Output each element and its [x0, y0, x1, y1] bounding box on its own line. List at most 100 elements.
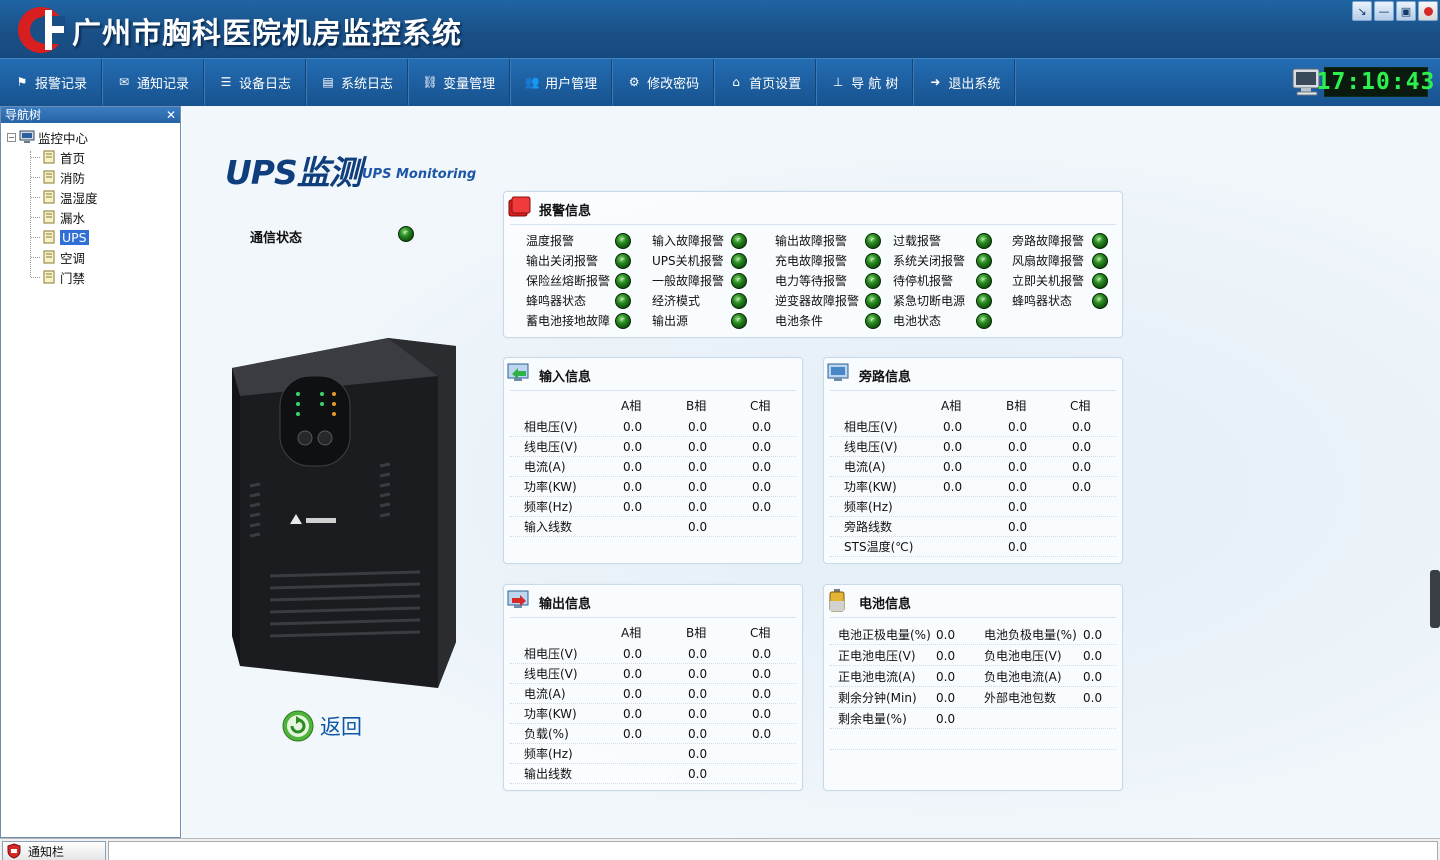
alarm-label: 系统关闭报警 — [893, 254, 966, 268]
row-value-b: 0.0 — [1008, 460, 1028, 474]
tree-item-aircon[interactable]: 空调 — [31, 247, 85, 267]
column-header: C相 — [1070, 399, 1091, 413]
minimize-icon[interactable]: — — [1374, 1, 1394, 21]
close-icon[interactable] — [1418, 1, 1438, 21]
column-header: B相 — [1006, 399, 1027, 413]
row-label: 功率(KW) — [524, 480, 577, 494]
row-value-b: 0.0 — [1008, 440, 1028, 454]
menu-notice-records[interactable]: ✉ 通知记录 — [102, 59, 205, 105]
tree-root[interactable]: − 监控中心 — [7, 127, 88, 147]
row-value-a: 0.0 — [623, 420, 643, 434]
tree-item-fire[interactable]: 消防 — [31, 167, 85, 187]
alarm-label: 蓄电池接地故障 — [526, 314, 611, 328]
alarm-status-led-icon — [976, 273, 992, 289]
row-label: 功率(KW) — [524, 707, 577, 721]
alarm-status-led-icon — [976, 233, 992, 249]
tree-item-ups[interactable]: UPS — [31, 227, 89, 247]
row-value-b: 0.0 — [688, 727, 708, 741]
exit-arrow-icon: ➜ — [930, 75, 941, 89]
menu-home-settings[interactable]: ⌂ 首页设置 — [714, 59, 817, 105]
menu-user-management[interactable]: 👥 用户管理 — [510, 59, 613, 105]
link-icon: ⛓ — [422, 75, 438, 89]
input-monitor-icon — [507, 363, 529, 381]
alarm-status-led-icon — [615, 233, 631, 249]
scrollbar-thumb[interactable] — [1430, 570, 1440, 628]
battery-value: 0.0 — [936, 628, 956, 642]
restore-arrow-icon[interactable]: ↘ — [1352, 1, 1372, 21]
maximize-icon[interactable]: ▣ — [1396, 1, 1416, 21]
menu-system-log[interactable]: ▤ 系统日志 — [306, 59, 409, 105]
alarm-label: 输出故障报警 — [775, 234, 848, 248]
notice-input[interactable] — [108, 841, 1438, 860]
output-panel: 输出信息 A相 B相 C相 相电压(V) 0.0 0.0 0.0 线电压(V) 0.0 0.0 0.… — [503, 584, 803, 791]
row-value-c: 0.0 — [1072, 460, 1092, 474]
menu-exit-system[interactable]: ➜ 退出系统 — [913, 59, 1016, 105]
row-label: 电流(A) — [524, 687, 566, 701]
refresh-icon — [282, 710, 314, 742]
tree-item-home[interactable]: 首页 — [31, 147, 85, 167]
menu-bar: ⚑ 报警记录 ✉ 通知记录 ☰ 设备日志 ▤ 系统日志 ⛓ 变量管理 👥 用户管… — [0, 58, 1440, 106]
menu-label: 导 航 树 — [851, 76, 899, 92]
document-icon — [43, 210, 55, 224]
row-label: 旁路线数 — [844, 520, 893, 534]
app-title: 广州市胸科医院机房监控系统 — [72, 16, 463, 50]
menu-device-log[interactable]: ☰ 设备日志 — [204, 59, 307, 105]
menu-variable-management[interactable]: ⛓ 变量管理 — [408, 59, 511, 105]
row-label: 频率(Hz) — [844, 500, 893, 514]
row-value-c: 0.0 — [1072, 480, 1092, 494]
row-label: STS温度(℃) — [844, 540, 914, 554]
menu-nav-tree[interactable]: ⊥ 导 航 树 — [816, 59, 914, 105]
row-value-a: 0.0 — [943, 480, 963, 494]
collapse-icon[interactable]: − — [7, 132, 16, 142]
menu-alarm-records[interactable]: ⚑ 报警记录 — [0, 59, 103, 105]
hospital-logo — [18, 7, 65, 53]
row-value-a: 0.0 — [943, 420, 963, 434]
row-value-b: 0.0 — [688, 747, 708, 761]
alarm-status-led-icon — [731, 253, 747, 269]
alarm-status-led-icon — [615, 253, 631, 269]
row-value-b: 0.0 — [688, 667, 708, 681]
battery-label: 正电池电流(A) — [838, 670, 916, 684]
alarm-label: UPS关机报警 — [652, 254, 724, 268]
notice-tab[interactable]: 通知栏 — [2, 841, 106, 860]
page-subtitle: UPS Monitoring — [362, 167, 477, 182]
row-label: 功率(KW) — [844, 480, 897, 494]
row-label: 相电压(V) — [524, 647, 578, 661]
battery-label: 负电池电压(V) — [984, 649, 1062, 663]
column-header: C相 — [750, 626, 771, 640]
back-button[interactable]: 返回 — [282, 710, 362, 742]
battery-value: 0.0 — [936, 649, 956, 663]
tree-item-access[interactable]: 门禁 — [31, 267, 85, 287]
tree-item-leak[interactable]: 漏水 — [31, 207, 85, 227]
alarm-status-led-icon — [731, 293, 747, 309]
battery-label: 电池正极电量(%) — [838, 628, 931, 642]
home-icon: ⌂ — [732, 75, 740, 89]
bypass-monitor-icon — [827, 363, 849, 381]
row-label: 线电压(V) — [524, 440, 578, 454]
menu-label: 报警记录 — [35, 76, 88, 92]
main-content: UPS监测 UPS Monitoring 通信状态 返回 报警信息 温度报警 输… — [182, 106, 1440, 838]
row-value-a: 0.0 — [623, 647, 643, 661]
alarm-label: 蜂鸣器状态 — [526, 294, 587, 308]
window-controls: ↘ — ▣ — [1352, 1, 1438, 21]
row-label: 线电压(V) — [524, 667, 578, 681]
output-panel-title: 输出信息 — [539, 597, 592, 612]
alarm-label: 蜂鸣器状态 — [1012, 294, 1073, 308]
row-value-a: 0.0 — [623, 500, 643, 514]
row-value-a: 0.0 — [943, 460, 963, 474]
alarm-label: 温度报警 — [526, 234, 575, 248]
computer-icon — [19, 130, 35, 143]
gear-icon: ⚙ — [628, 75, 640, 89]
alarm-bell-icon — [508, 196, 531, 217]
row-value-a: 0.0 — [623, 727, 643, 741]
alarm-status-led-icon — [1092, 273, 1108, 289]
tree-item-temperature[interactable]: 温湿度 — [31, 187, 98, 207]
title-bar: 广州市胸科医院机房监控系统 ↘ — ▣ — [0, 0, 1440, 58]
menu-change-password[interactable]: ⚙ 修改密码 — [612, 59, 715, 105]
nav-tree-panel: 导航树 ✕ − 监控中心 首页 消防 温湿度 漏水 UPS 空调 门禁 — [0, 106, 181, 838]
close-icon[interactable]: ✕ — [165, 107, 177, 123]
row-label: 相电压(V) — [524, 420, 578, 434]
users-icon: 👥 — [524, 75, 540, 89]
row-label: 相电压(V) — [844, 420, 898, 434]
row-value-c: 0.0 — [752, 647, 772, 661]
